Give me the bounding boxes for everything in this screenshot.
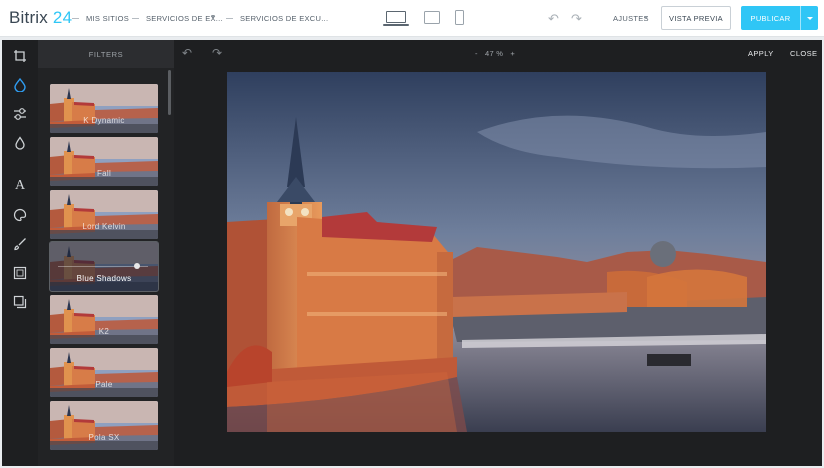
publish-button[interactable]: PUBLICAR [741, 6, 818, 30]
breadcrumb-page[interactable]: SERVICIOS DE EXCU... [240, 14, 328, 23]
undo-icon[interactable]: ↶ [548, 11, 559, 27]
text-icon[interactable]: A [11, 177, 29, 195]
zoom-out-button[interactable]: - [475, 49, 478, 58]
canvas-toolbar: ↶ ↷ - 47 % + APPLY CLOSE [174, 40, 822, 68]
publish-dropdown[interactable] [801, 6, 818, 30]
filter-item[interactable]: Lord Kelvin [50, 190, 158, 239]
filter-name: Pola SX [88, 433, 120, 442]
filter-preview-image [50, 295, 158, 344]
phone-icon[interactable] [455, 10, 464, 25]
chevron-down-icon [806, 16, 813, 20]
bitrix-logo[interactable]: Bitrix 24 [9, 8, 72, 28]
filters-icon[interactable] [11, 76, 29, 94]
breadcrumb-separator [132, 18, 139, 19]
image-editor: A FILTERS K Dynamic Fall Lord Kelvin Blu… [2, 40, 822, 466]
logo-text: Bitrix [9, 8, 48, 27]
adjust-icon[interactable] [11, 105, 29, 123]
redo-icon[interactable]: ↷ [571, 11, 582, 27]
publish-label[interactable]: PUBLICAR [741, 6, 800, 30]
zoom-value: 47 % [484, 49, 504, 58]
overlay-icon[interactable] [11, 293, 29, 311]
filter-name: Fall [96, 169, 112, 178]
filter-name: Lord Kelvin [82, 222, 126, 231]
filter-item[interactable]: Pola SX [50, 401, 158, 450]
apply-button[interactable]: APPLY [748, 49, 774, 58]
chevron-down-icon[interactable] [644, 16, 648, 19]
laptop-icon[interactable] [383, 11, 409, 26]
frame-icon[interactable] [11, 264, 29, 282]
preview-button[interactable]: VISTA PREVIA [661, 6, 731, 30]
focus-icon[interactable] [11, 134, 29, 152]
filter-item[interactable]: Pale [50, 348, 158, 397]
crop-icon[interactable] [11, 47, 29, 65]
filter-name: Blue Shadows [76, 274, 132, 283]
filters-panel: FILTERS K Dynamic Fall Lord Kelvin Blue … [38, 40, 174, 466]
color-icon[interactable] [11, 206, 29, 224]
filter-item[interactable]: K2 [50, 295, 158, 344]
close-button[interactable]: CLOSE [790, 49, 817, 58]
filter-name: K Dynamic [83, 116, 125, 125]
tablet-icon[interactable] [424, 11, 440, 24]
filters-scrollbar[interactable] [168, 70, 171, 115]
filter-preview-image [50, 84, 158, 133]
logo-number: 24 [52, 8, 73, 27]
breadcrumb-separator [226, 18, 233, 19]
undo-icon[interactable]: ↶ [182, 46, 192, 60]
filter-name: Pale [95, 380, 113, 389]
filter-item[interactable]: Blue Shadows [49, 241, 159, 292]
tool-sidebar: A [2, 40, 38, 466]
brush-icon[interactable] [11, 235, 29, 253]
chevron-down-icon[interactable] [211, 15, 215, 18]
filter-preview-image [50, 190, 158, 239]
edited-photo[interactable] [227, 72, 766, 432]
zoom-in-button[interactable]: + [510, 49, 515, 58]
filter-preview-image [50, 401, 158, 450]
breadcrumb-separator [72, 18, 79, 19]
filter-item[interactable]: K Dynamic [50, 84, 158, 133]
filter-preview-image [50, 348, 158, 397]
breadcrumb-my-sites[interactable]: MIS SITIOS [86, 14, 129, 23]
filter-item[interactable]: Fall [50, 137, 158, 186]
filter-preview-image [50, 137, 158, 186]
redo-icon[interactable]: ↷ [212, 46, 222, 60]
city-river-photo [227, 72, 766, 432]
zoom-control: - 47 % + [475, 49, 515, 58]
filters-title: FILTERS [38, 40, 174, 68]
filter-name: K2 [98, 327, 110, 336]
top-bar: Bitrix 24 MIS SITIOS SERVICIOS DE EX... … [0, 0, 824, 37]
slider-handle[interactable] [133, 263, 140, 269]
